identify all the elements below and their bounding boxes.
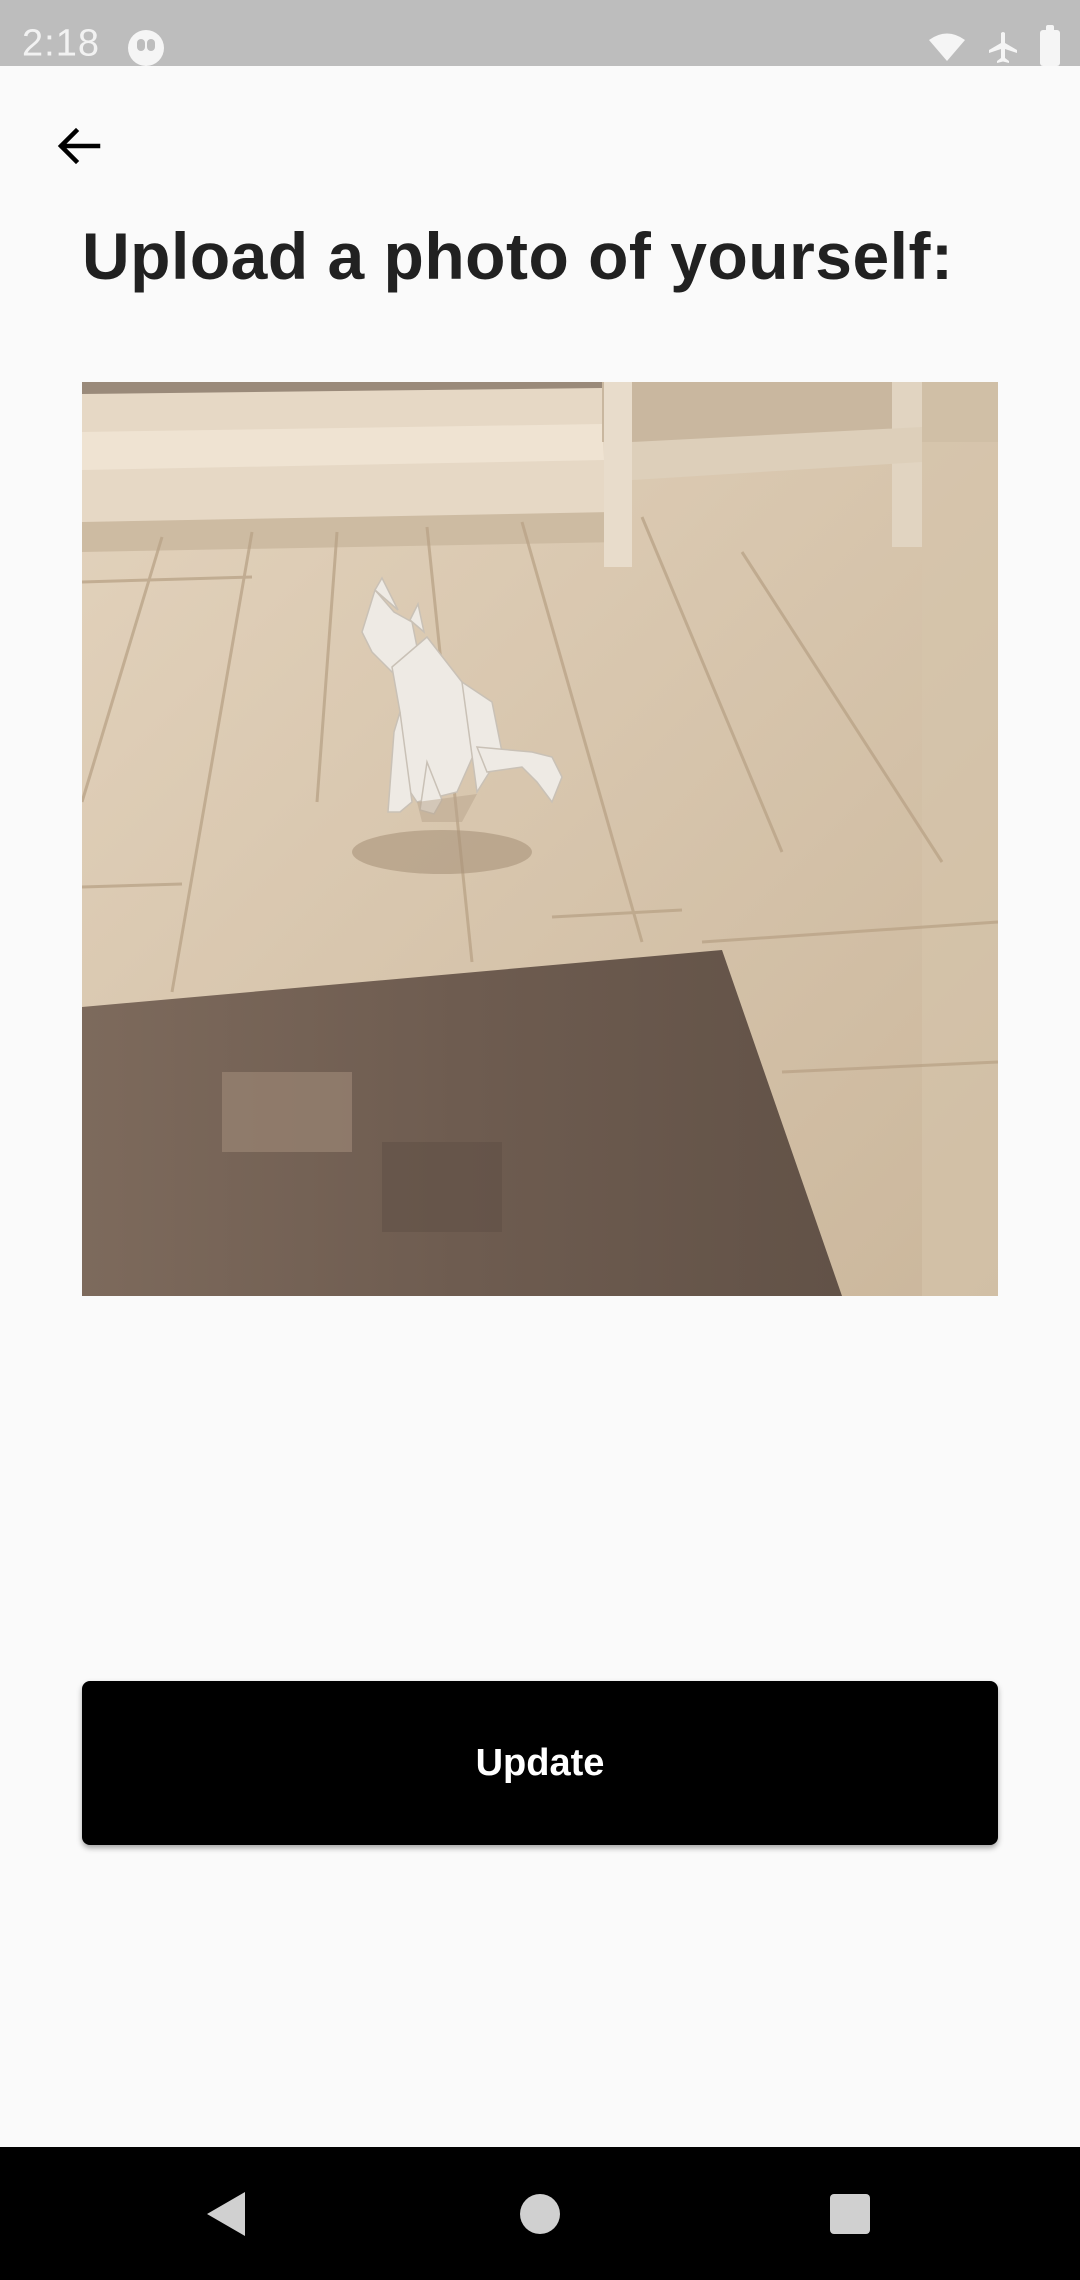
photo-preview[interactable] [82, 382, 998, 1296]
status-time: 2:18 [22, 22, 100, 65]
system-nav-bar [0, 2147, 1080, 2280]
nav-recents-icon[interactable] [830, 2193, 870, 2234]
update-button[interactable]: Update [82, 1681, 998, 1845]
airplane-mode-icon [989, 32, 1017, 63]
battery-icon [1040, 25, 1060, 66]
app-notification-icon [128, 30, 164, 66]
nav-back-icon[interactable] [207, 2191, 245, 2236]
page-title: Upload a photo of yourself: [82, 219, 954, 293]
cat-photo-image [82, 382, 998, 1296]
wifi-icon [929, 33, 965, 61]
arrow-back-icon [57, 127, 101, 165]
nav-home-icon[interactable] [520, 2193, 560, 2234]
status-bar: 2:18 [0, 0, 1080, 66]
back-button[interactable] [38, 106, 118, 186]
status-icons [928, 25, 1060, 66]
